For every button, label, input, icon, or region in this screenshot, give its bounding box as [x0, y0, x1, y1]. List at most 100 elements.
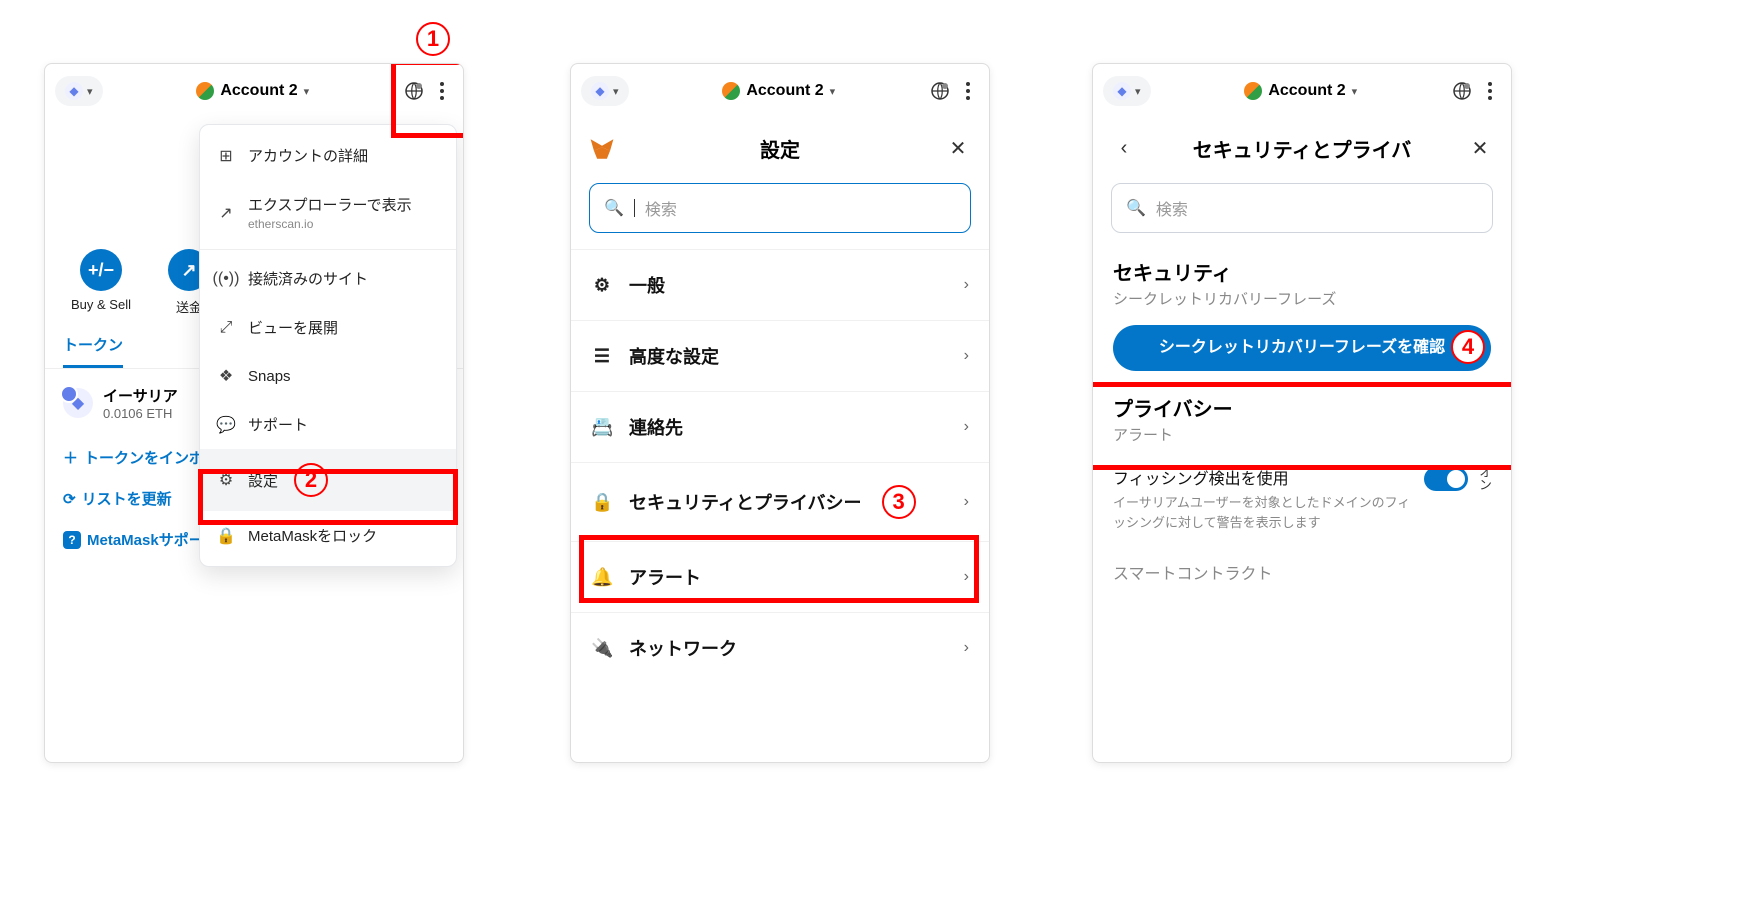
chevron-right-icon: ›: [964, 276, 969, 294]
phishing-toggle[interactable]: [1424, 467, 1468, 491]
network-selector[interactable]: ◆ ▾: [55, 76, 103, 106]
more-menu-dropdown: ⊞ アカウントの詳細 ↗ エクスプローラーで表示 etherscan.io ((…: [199, 124, 457, 567]
step-4-badge: 4: [1451, 330, 1485, 364]
metamask-fox-icon: [589, 136, 615, 162]
menu-settings[interactable]: ⚙ 設定 2: [200, 449, 456, 511]
panel-settings: ◆ ▾ Account 2 ▾ 設定 ✕ 🔍 検索 ⚙ 一般 › ☰ 高度な設定…: [570, 63, 990, 763]
network-selector[interactable]: ◆ ▾: [581, 76, 629, 106]
settings-item-security[interactable]: 🔒 セキュリティとプライバシー 3 ›: [571, 462, 989, 541]
more-menu-icon[interactable]: [431, 80, 453, 102]
settings-item-general[interactable]: ⚙ 一般 ›: [571, 249, 989, 320]
account-name[interactable]: Account 2: [746, 82, 823, 100]
globe-icon[interactable]: [1451, 80, 1473, 102]
menu-support[interactable]: 💬 サポート: [200, 400, 456, 449]
settings-item-alerts[interactable]: 🔔 アラート ›: [571, 541, 989, 612]
step-2-badge: 2: [294, 463, 328, 497]
app-header: ◆ ▾ Account 2 ▾: [1093, 64, 1511, 118]
account-avatar: [196, 82, 214, 100]
chevron-down-icon: ▾: [613, 85, 619, 98]
step-3-badge: 3: [882, 485, 916, 519]
search-input[interactable]: 🔍 検索: [1111, 183, 1493, 233]
bell-icon: 🔔: [591, 567, 613, 588]
chevron-right-icon: ›: [964, 418, 969, 436]
settings-title: 設定: [625, 134, 935, 163]
chevron-down-icon: ▾: [1135, 85, 1141, 98]
step-1-badge: 1: [416, 22, 450, 56]
sliders-icon: ☰: [591, 346, 613, 367]
menu-account-details[interactable]: ⊞ アカウントの詳細: [200, 131, 456, 180]
contacts-icon: 📇: [591, 417, 613, 438]
page-title: セキュリティとプライバ: [1147, 134, 1457, 163]
chevron-down-icon: ▾: [87, 85, 93, 98]
plug-icon: 🔌: [591, 638, 613, 659]
action-buy-sell[interactable]: +/− Buy & Sell: [63, 249, 139, 316]
ethereum-icon: ◆: [65, 82, 83, 100]
security-heading: セキュリティ: [1093, 249, 1511, 288]
chevron-right-icon: ›: [964, 493, 969, 511]
phishing-detection-row: フィッシング検出を使用 イーサリアムユーザーを対象としたドメインのフィッシングに…: [1093, 457, 1511, 540]
search-icon: 🔍: [1126, 198, 1146, 218]
settings-item-contacts[interactable]: 📇 連絡先 ›: [571, 391, 989, 462]
refresh-icon: ⟳: [63, 490, 76, 508]
settings-header: 設定 ✕: [571, 118, 989, 179]
lock-icon: 🔒: [591, 492, 613, 513]
chevron-right-icon: ›: [964, 639, 969, 657]
smart-contract-label: スマートコントラクト: [1093, 540, 1511, 604]
app-header: ◆ ▾ Account 2 ▾: [571, 64, 989, 118]
network-selector[interactable]: ◆ ▾: [1103, 76, 1151, 106]
chevron-right-icon: ›: [964, 347, 969, 365]
back-icon[interactable]: ‹: [1111, 137, 1137, 160]
ethereum-icon: ◆: [63, 388, 93, 418]
qr-icon: ⊞: [216, 146, 236, 166]
snaps-icon: ❖: [216, 366, 236, 386]
toggle-on-label: オン: [1478, 465, 1491, 491]
ethereum-icon: ◆: [591, 82, 609, 100]
chevron-down-icon[interactable]: ▾: [1352, 85, 1358, 98]
account-name[interactable]: Account 2: [1268, 82, 1345, 100]
privacy-heading: プライバシー: [1093, 385, 1511, 424]
menu-expand-view[interactable]: ⤢ ビューを展開: [200, 303, 456, 352]
menu-lock[interactable]: 🔒 MetaMaskをロック: [200, 511, 456, 560]
settings-item-network[interactable]: 🔌 ネットワーク ›: [571, 612, 989, 683]
lock-icon: 🔒: [216, 526, 236, 546]
account-avatar: [722, 82, 740, 100]
connection-icon: ((•)): [216, 270, 236, 288]
expand-icon: ⤢: [216, 319, 236, 337]
gear-icon: ⚙: [216, 470, 236, 490]
gear-icon: ⚙: [591, 275, 613, 296]
more-menu-icon[interactable]: [957, 80, 979, 102]
globe-icon[interactable]: [929, 80, 951, 102]
menu-view-explorer[interactable]: ↗ エクスプローラーで表示 etherscan.io: [200, 180, 456, 245]
alerts-subtitle: アラート: [1093, 424, 1511, 457]
srp-subtitle: シークレットリカバリーフレーズ: [1093, 288, 1511, 321]
search-icon: 🔍: [604, 198, 624, 218]
settings-header: ‹ セキュリティとプライバ ✕: [1093, 118, 1511, 179]
token-amount: 0.0106 ETH: [103, 406, 178, 421]
tab-tokens[interactable]: トークン: [63, 334, 123, 368]
chat-icon: 💬: [216, 415, 236, 435]
search-input[interactable]: 🔍 検索: [589, 183, 971, 233]
globe-icon[interactable]: [403, 80, 425, 102]
account-name[interactable]: Account 2: [220, 82, 297, 100]
chevron-down-icon[interactable]: ▾: [830, 85, 836, 98]
panel-security-privacy: ◆ ▾ Account 2 ▾ ‹ セキュリティとプライバ ✕ 🔍 検索 セキュ…: [1092, 63, 1512, 763]
plus-icon: ＋: [63, 447, 78, 468]
menu-connected-sites[interactable]: ((•)) 接続済みのサイト: [200, 254, 456, 303]
close-icon[interactable]: ✕: [945, 136, 971, 161]
close-icon[interactable]: ✕: [1467, 136, 1493, 161]
external-link-icon: ↗: [216, 203, 236, 223]
app-header: ◆ ▾ Account 2 ▾: [45, 64, 463, 118]
token-name: イーサリア: [103, 385, 178, 406]
phishing-title: フィッシング検出を使用: [1113, 465, 1414, 489]
account-avatar: [1244, 82, 1262, 100]
settings-item-advanced[interactable]: ☰ 高度な設定 ›: [571, 320, 989, 391]
panel-main: ◆ ▾ Account 2 ▾ ( 0. +/− Buy & Sell ↗ 送金…: [44, 63, 464, 763]
phishing-desc: イーサリアムユーザーを対象としたドメインのフィッシングに対して警告を表示します: [1113, 493, 1414, 532]
reveal-srp-button[interactable]: シークレットリカバリーフレーズを確認: [1113, 325, 1491, 371]
ethereum-icon: ◆: [1113, 82, 1131, 100]
menu-snaps[interactable]: ❖ Snaps: [200, 352, 456, 400]
more-menu-icon[interactable]: [1479, 80, 1501, 102]
chevron-down-icon[interactable]: ▾: [304, 85, 310, 98]
plus-minus-icon: +/−: [80, 249, 122, 291]
chevron-right-icon: ›: [964, 568, 969, 586]
